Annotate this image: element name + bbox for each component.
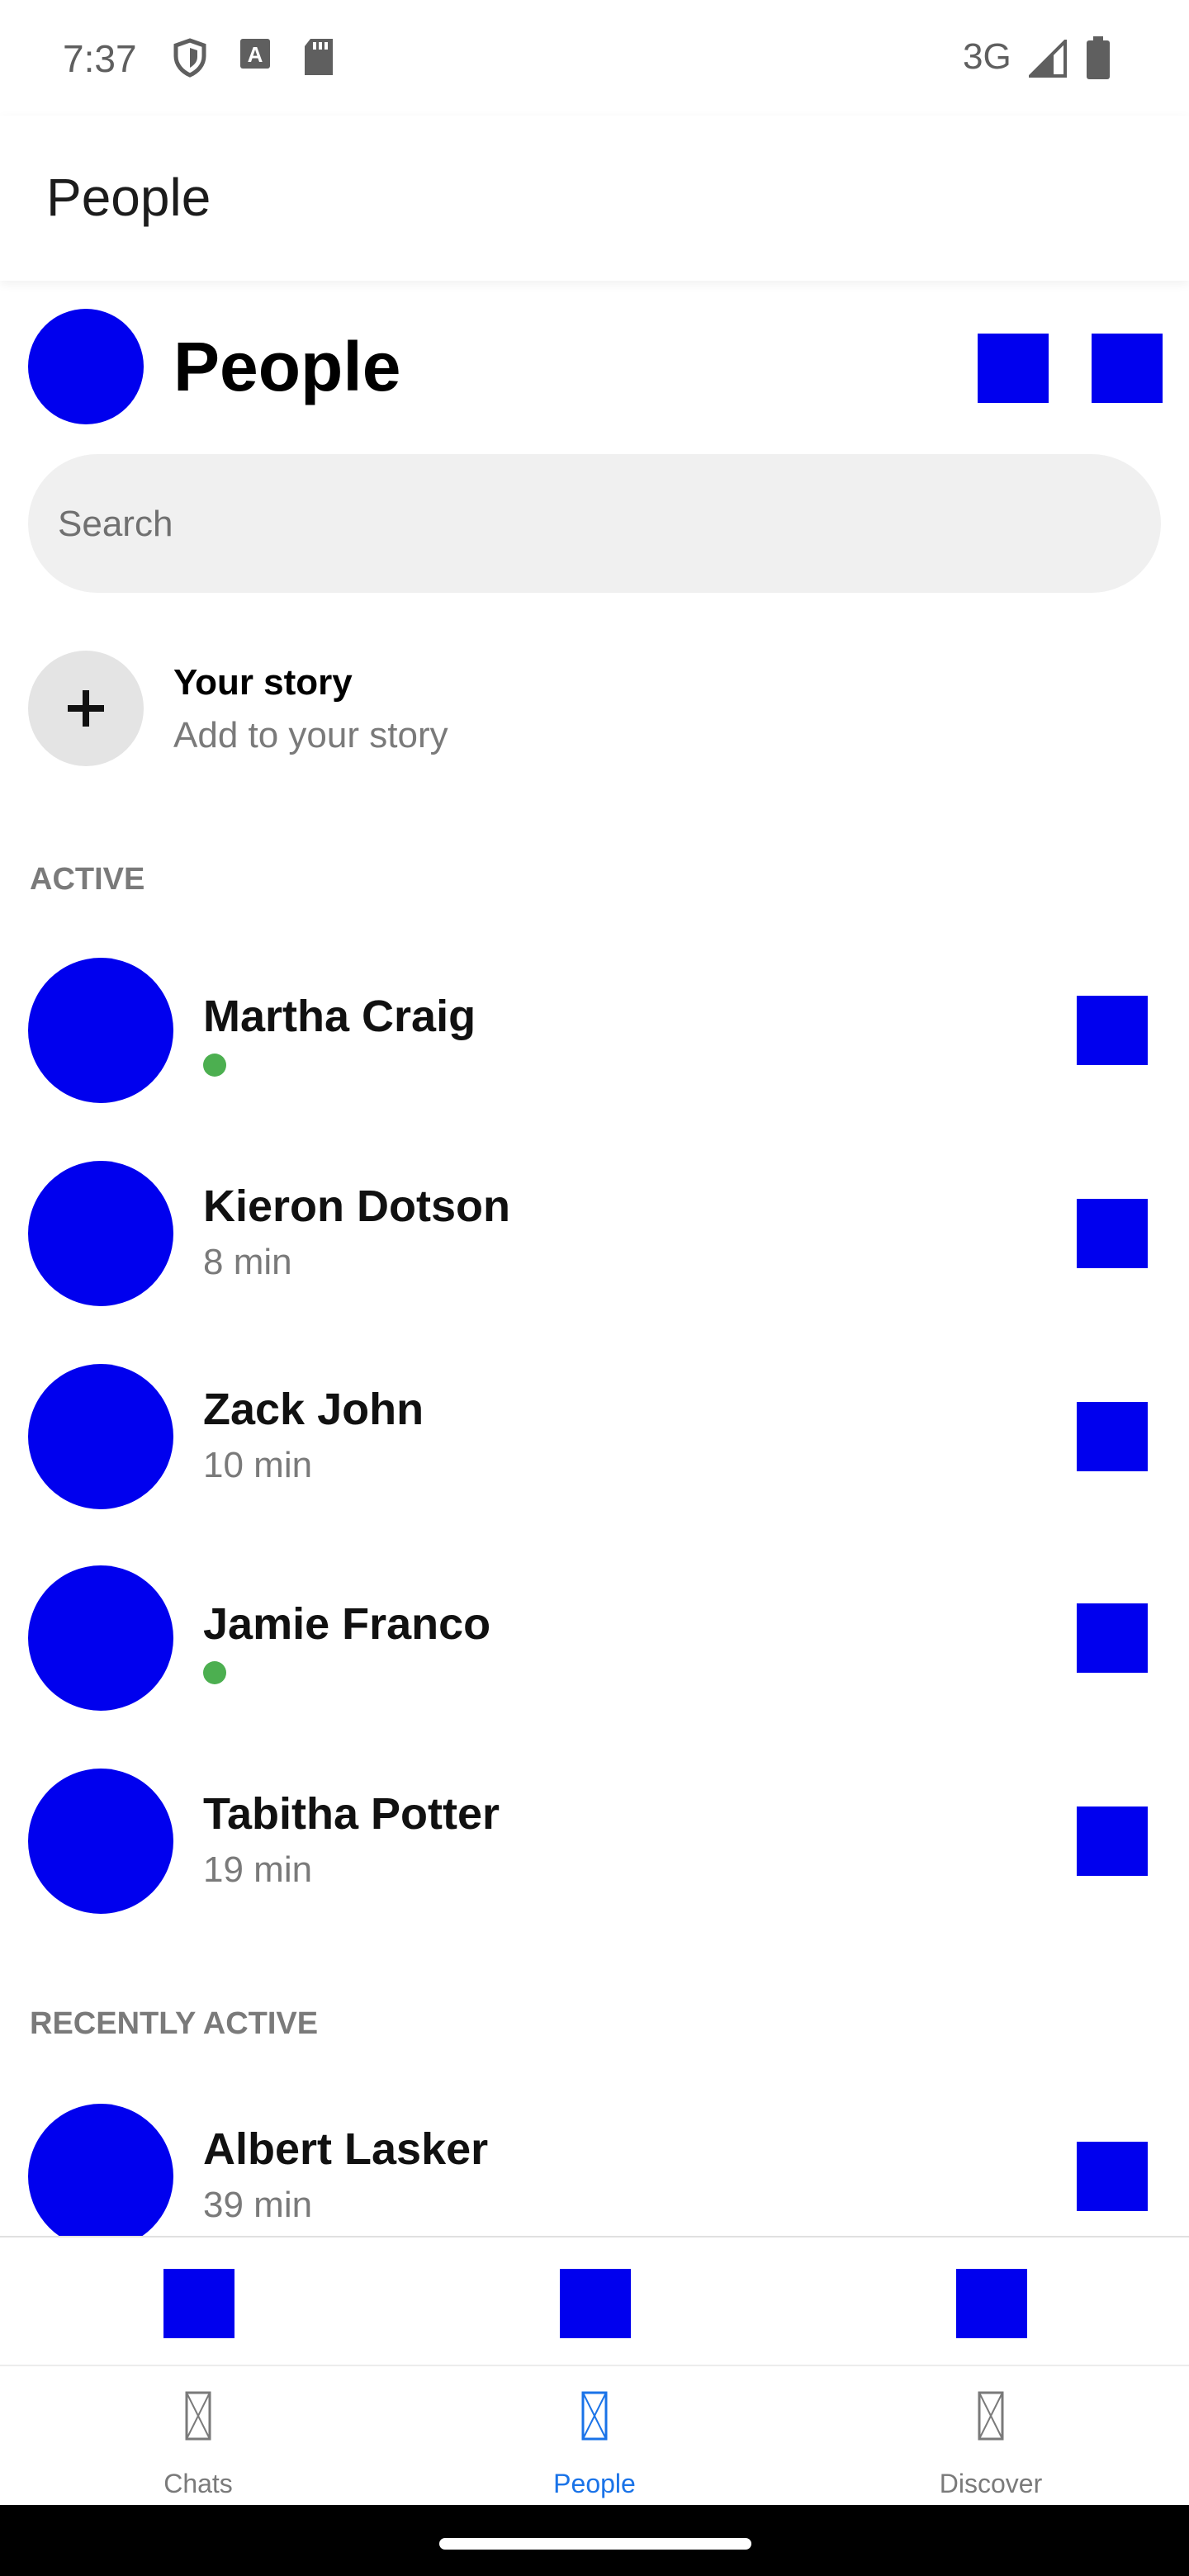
camera-button[interactable] [978, 334, 1049, 403]
person-name: Albert Lasker [203, 2124, 489, 2174]
avatar [28, 958, 173, 1103]
wave-button[interactable] [1077, 1199, 1148, 1268]
person-name: Zack John [203, 1385, 424, 1434]
section-label-active: ACTIVE [30, 862, 145, 897]
a-box-icon: A [239, 38, 271, 73]
wave-button[interactable] [1077, 2142, 1148, 2211]
bottom-toolbar [0, 2236, 1189, 2365]
list-item[interactable]: Tabitha Potter 19 min [0, 1769, 1189, 1934]
last-active-time: 39 min [203, 2185, 313, 2225]
story-title: Your story [173, 662, 353, 703]
person-name: Tabitha Potter [203, 1789, 500, 1839]
app-bar-title: People [46, 168, 211, 227]
add-story-button[interactable] [28, 651, 144, 766]
search-input[interactable] [28, 454, 1161, 593]
avatar [28, 1769, 173, 1914]
list-item[interactable]: Jamie Franco [0, 1565, 1189, 1731]
online-indicator [203, 1661, 226, 1684]
chats-icon [172, 2389, 225, 2446]
shield-icon [172, 38, 208, 82]
tab-label: Chats [163, 2469, 233, 2498]
profile-avatar[interactable] [28, 309, 144, 424]
svg-text:A: A [248, 42, 263, 67]
toolbar-button-2[interactable] [560, 2269, 631, 2338]
list-item[interactable]: Martha Craig [0, 958, 1189, 1123]
tab-chats[interactable]: Chats [0, 2366, 396, 2507]
tab-discover[interactable]: Discover [793, 2366, 1189, 2507]
battery-icon [1087, 36, 1110, 83]
avatar [28, 1565, 173, 1711]
avatar [28, 1364, 173, 1509]
list-item[interactable]: Albert Lasker 39 min [0, 2104, 1189, 2236]
status-bar: 7:37 A 3G [0, 0, 1189, 116]
page-title: People [173, 328, 401, 405]
list-item[interactable]: Zack John 10 min [0, 1364, 1189, 1529]
online-indicator [203, 1054, 226, 1077]
status-time: 7:37 [63, 37, 137, 80]
wave-button[interactable] [1077, 1807, 1148, 1876]
tab-label: Discover [939, 2469, 1043, 2498]
network-type: 3G [963, 36, 1011, 77]
new-message-button[interactable] [1092, 334, 1163, 403]
signal-icon [1026, 37, 1067, 82]
last-active-time: 8 min [203, 1242, 292, 1282]
person-name: Jamie Franco [203, 1599, 491, 1649]
plus-icon [68, 690, 104, 727]
app-bar: People [0, 116, 1189, 281]
home-gesture-handle[interactable] [439, 2538, 751, 2550]
bottom-navigation: Chats People Discover [0, 2365, 1189, 2505]
story-subtitle: Add to your story [173, 715, 448, 755]
list-item[interactable]: Kieron Dotson 8 min [0, 1161, 1189, 1326]
people-icon [568, 2389, 621, 2446]
last-active-time: 19 min [203, 1849, 313, 1890]
sd-card-icon [302, 38, 335, 80]
person-name: Martha Craig [203, 992, 476, 1041]
avatar [28, 2104, 173, 2236]
gesture-bar [0, 2505, 1189, 2576]
toolbar-button-1[interactable] [163, 2269, 234, 2338]
section-label-recently-active: RECENTLY ACTIVE [30, 2006, 319, 2041]
person-name: Kieron Dotson [203, 1181, 510, 1231]
tab-label: People [553, 2469, 636, 2498]
toolbar-button-3[interactable] [956, 2269, 1027, 2338]
wave-button[interactable] [1077, 1402, 1148, 1471]
avatar [28, 1161, 173, 1306]
search-placeholder: Search [58, 504, 173, 544]
wave-button[interactable] [1077, 1603, 1148, 1673]
wave-button[interactable] [1077, 996, 1148, 1065]
tab-people[interactable]: People [396, 2366, 793, 2507]
discover-icon [964, 2389, 1017, 2446]
last-active-time: 10 min [203, 1445, 313, 1485]
